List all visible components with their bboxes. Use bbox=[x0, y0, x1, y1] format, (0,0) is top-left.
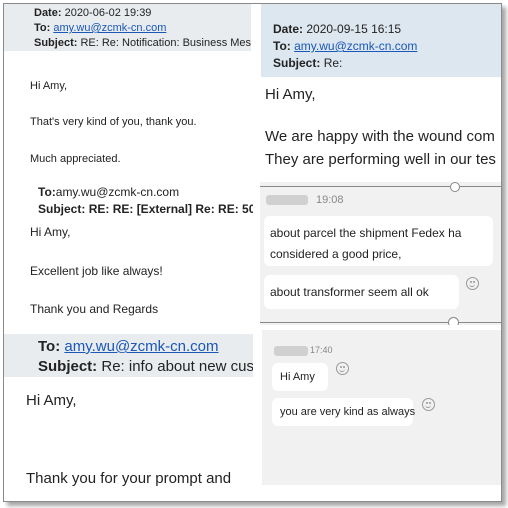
email-panel-3: To:amy.wu@zcmk-cn.com Subject: RE: RE: [… bbox=[4, 184, 253, 329]
message-text: you are very kind as always bbox=[280, 406, 416, 418]
greeting: Hi Amy, bbox=[26, 392, 77, 409]
to-label: To: bbox=[273, 39, 291, 53]
chat-message-2: you are very kind as always bbox=[272, 398, 416, 426]
to-label: To: bbox=[34, 22, 51, 34]
blurred-sender-name bbox=[274, 346, 308, 356]
subject-label: Subject: bbox=[34, 37, 78, 49]
to-email-link[interactable]: amy.wu@zcmk-cn.com bbox=[64, 338, 218, 355]
body-line-1: Excellent job like always! bbox=[30, 264, 163, 278]
emoji-reaction-icon[interactable] bbox=[422, 398, 435, 411]
greeting: Hi Amy, bbox=[30, 225, 71, 239]
to-email: amy.wu@zcmk-cn.com bbox=[55, 185, 180, 199]
bottom-divider bbox=[260, 322, 501, 323]
email-panel-2: Date: 2020-09-15 16:15 To: amy.wu@zcmk-c… bbox=[261, 4, 501, 178]
body-line-2: Much appreciated. bbox=[30, 153, 121, 165]
chat-message-1: about parcel the shipment Fedex ha consi… bbox=[264, 216, 493, 266]
date-label: Date: bbox=[34, 7, 62, 19]
body-line-1: We are happy with the wound com bbox=[265, 128, 495, 145]
email-panel-4: To: amy.wu@zcmk-cn.com Subject: Re: info… bbox=[4, 334, 253, 501]
greeting: Hi Amy, bbox=[30, 80, 68, 92]
to-row: To:amy.wu@zcmk-cn.com bbox=[38, 185, 179, 199]
to-row: To: amy.wu@zcmk-cn.com bbox=[273, 39, 417, 53]
subject-value: RE: RE: [External] Re: RE: 5007 bbox=[88, 202, 253, 216]
collage-frame: Date: 2020-06-02 19:39 To: amy.wu@zcmk-c… bbox=[3, 3, 502, 502]
date-label: Date: bbox=[273, 22, 304, 36]
email-panel-1: Date: 2020-06-02 19:39 To: amy.wu@zcmk-c… bbox=[4, 4, 251, 182]
date-value: 2020-06-02 19:39 bbox=[64, 7, 152, 19]
subject-row: Subject: Re: info about new cus bbox=[38, 358, 253, 375]
body-line-1: Thank you for your prompt and bbox=[26, 470, 232, 487]
subject-label: Subject: bbox=[38, 202, 86, 216]
subject-row: Subject: RE: RE: [External] Re: RE: 5007 bbox=[38, 202, 253, 216]
emoji-reaction-icon[interactable] bbox=[466, 277, 479, 290]
body-line-1: That's very kind of you, thank you. bbox=[30, 116, 197, 128]
subject-row: Subject: RE: Re: Notification: Business … bbox=[34, 37, 251, 49]
divider-knob bbox=[448, 317, 459, 325]
message-line-1: about parcel the shipment Fedex ha bbox=[270, 226, 462, 240]
subject-row: Subject: Re: bbox=[273, 56, 342, 70]
divider-knob bbox=[450, 182, 460, 192]
subject-label: Subject: bbox=[38, 358, 98, 375]
top-divider bbox=[260, 186, 501, 187]
blurred-sender-name bbox=[266, 195, 308, 205]
chat-message-1: Hi Amy bbox=[272, 363, 328, 391]
chat-message-2: about transformer seem all ok bbox=[264, 275, 459, 309]
to-label: To: bbox=[38, 185, 56, 199]
chat-panel-1: 19:08 about parcel the shipment Fedex ha… bbox=[260, 182, 501, 325]
to-email-link[interactable]: amy.wu@zcmk-cn.com bbox=[294, 39, 417, 53]
message-line-2: considered a good price, bbox=[270, 247, 402, 261]
message-text: Hi Amy bbox=[280, 371, 315, 383]
message-time: 17:40 bbox=[310, 345, 333, 355]
date-row: Date: 2020-09-15 16:15 bbox=[273, 22, 401, 36]
chat-panel-2: 17:40 Hi Amy you are very kind as always bbox=[262, 330, 501, 485]
message-time: 19:08 bbox=[316, 194, 344, 206]
subject-value: Re: info about new cus bbox=[101, 358, 253, 375]
date-value: 2020-09-15 16:15 bbox=[306, 22, 402, 36]
to-email-link[interactable]: amy.wu@zcmk-cn.com bbox=[53, 22, 166, 34]
to-row: To: amy.wu@zcmk-cn.com bbox=[38, 338, 219, 355]
message-text: about transformer seem all ok bbox=[270, 285, 429, 299]
subject-label: Subject: bbox=[273, 56, 321, 70]
body-line-2: They are performing well in our tes bbox=[265, 151, 496, 168]
date-row: Date: 2020-06-02 19:39 bbox=[34, 7, 151, 19]
subject-value: RE: Re: Notification: Business Message bbox=[80, 37, 251, 49]
emoji-reaction-icon[interactable] bbox=[336, 362, 349, 375]
greeting: Hi Amy, bbox=[265, 86, 316, 103]
subject-value: Re: bbox=[323, 56, 343, 70]
body-line-2: Thank you and Regards bbox=[30, 302, 159, 316]
to-row: To: amy.wu@zcmk-cn.com bbox=[34, 22, 166, 34]
to-label: To: bbox=[38, 338, 61, 355]
